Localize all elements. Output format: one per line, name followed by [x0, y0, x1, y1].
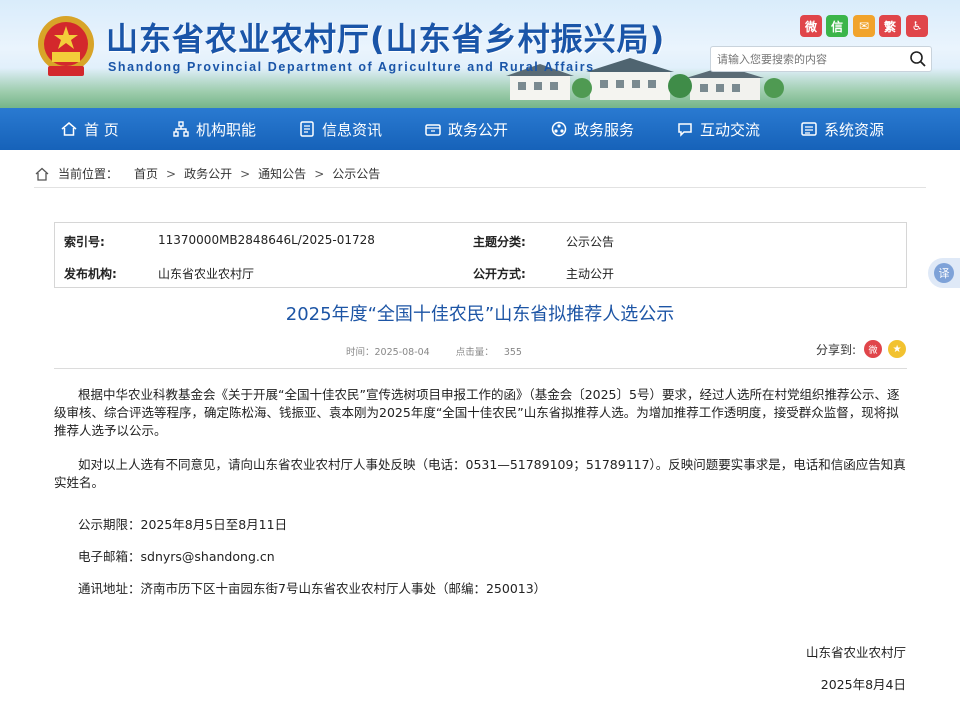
service-icon: [551, 121, 567, 137]
views-label: 点击量：: [455, 347, 494, 358]
breadcrumb-label: 当前位置：: [58, 167, 119, 181]
nav-item-label: 政务公开: [448, 120, 509, 139]
views-value: 355: [503, 347, 522, 358]
nav-item-4[interactable]: 政务服务: [550, 108, 634, 150]
index-number-value: 11370000MB2848646L/2025-01728: [158, 233, 375, 247]
search-icon[interactable]: [909, 50, 927, 68]
index-number-label: 索引号:: [64, 235, 105, 249]
publicity-period: 公示期限：2025年8月5日至8月11日: [78, 517, 288, 532]
nav-item-5[interactable]: 互动交流: [676, 108, 760, 150]
nav-item-3[interactable]: 政务公开: [424, 108, 508, 150]
open-box-icon: [425, 124, 441, 136]
breadcrumb-item-announcements[interactable]: 公示公告: [332, 165, 380, 182]
main-nav: 首 页 机构职能 信息资讯 政务公开 政务服务 互动交流 系统资源: [0, 108, 960, 150]
weibo-icon[interactable]: 微: [800, 15, 822, 37]
topic-label: 主题分类:: [473, 235, 526, 249]
publish-method-value: 主动公开: [566, 267, 615, 281]
site-header: 山东省农业农村厅(山东省乡村振兴局) Shandong Provincial D…: [0, 0, 960, 108]
share-label: 分享到:: [816, 342, 857, 357]
contact-email: 电子邮箱：sdnyrs@shandong.cn: [78, 549, 275, 564]
breadcrumb-separator: >: [240, 166, 251, 181]
share-bar: 分享到: 微 ★: [816, 340, 907, 358]
paragraph-1: 根据中华农业科教基金会《关于开展“全国十佳农民”宣传选树项目申报工作的函》（基金…: [54, 387, 900, 438]
nav-item-0[interactable]: 首 页: [60, 108, 119, 150]
breadcrumb-separator: >: [314, 166, 325, 181]
share-qzone-icon[interactable]: ★: [888, 340, 907, 358]
share-weibo-icon[interactable]: 微: [864, 340, 883, 358]
paragraph-2: 如对以上人选有不同意见，请向山东省农业农村厅人事处反映（电话：0531—5178…: [54, 457, 906, 490]
breadcrumb-item-home[interactable]: 首页: [134, 165, 158, 182]
translate-button[interactable]: 译: [928, 258, 960, 288]
site-title: 山东省农业农村厅(山东省乡村振兴局): [106, 20, 666, 58]
article-title: 2025年度“全国十佳农民”山东省拟推荐人选公示: [285, 304, 675, 325]
breadcrumb: 当前位置： 首页 > 政务公开 > 通知公告 > 公示公告: [34, 160, 926, 188]
wechat-icon[interactable]: 信: [826, 15, 848, 37]
nav-item-1[interactable]: 机构职能: [172, 108, 256, 150]
accessibility-icon[interactable]: ♿: [906, 15, 928, 37]
traditional-chinese-button[interactable]: 繁: [879, 15, 901, 37]
signature-date: 2025年8月4日: [820, 677, 906, 692]
home-icon: [35, 167, 49, 181]
document-icon: [300, 121, 314, 137]
document-info-table: 索引号: 11370000MB2848646L/2025-01728 主题分类:…: [54, 222, 907, 288]
signature-org: 山东省农业农村厅: [805, 645, 906, 660]
translate-icon: 译: [934, 263, 954, 283]
time-value: 2025-08-04: [374, 347, 430, 358]
nav-item-label: 系统资源: [824, 120, 885, 139]
publish-method-label: 公开方式:: [473, 267, 526, 281]
contact-address: 通讯地址：济南市历下区十亩园东街7号山东省农业农村厅人事处（邮编：250013）: [78, 581, 547, 596]
breadcrumb-item-notices[interactable]: 通知公告: [258, 165, 306, 182]
article-body: 根据中华农业科教基金会《关于开展“全国十佳农民”宣传选树项目申报工作的函》（基金…: [54, 386, 907, 492]
home-icon: [61, 122, 77, 136]
system-icon: [801, 122, 817, 136]
chat-icon: [678, 123, 692, 137]
breadcrumb-separator: >: [166, 166, 177, 181]
nav-item-label: 首 页: [84, 120, 119, 139]
site-subtitle: Shandong Provincial Department of Agricu…: [108, 60, 595, 74]
nav-item-label: 政务服务: [574, 120, 635, 139]
breadcrumb-item-affairs[interactable]: 政务公开: [184, 165, 232, 182]
title-divider: [54, 368, 907, 369]
search-input[interactable]: [717, 50, 901, 68]
org-chart-icon: [173, 121, 189, 137]
mail-icon[interactable]: ✉: [853, 15, 875, 37]
nav-item-6[interactable]: 系统资源: [800, 108, 884, 150]
national-emblem-icon: [38, 16, 94, 76]
publisher-label: 发布机构:: [64, 267, 117, 281]
nav-item-label: 互动交流: [700, 120, 761, 139]
publisher-value: 山东省农业农村厅: [158, 267, 255, 281]
nav-item-label: 信息资讯: [322, 120, 383, 139]
nav-item-label: 机构职能: [196, 120, 257, 139]
nav-item-2[interactable]: 信息资讯: [298, 108, 382, 150]
topic-value: 公示公告: [566, 235, 615, 249]
header-fields-decoration: [0, 68, 960, 108]
article-meta: 时间：2025-08-04 点击量： 355: [346, 344, 522, 358]
time-label: 时间：: [346, 347, 375, 358]
search-box: [710, 46, 932, 72]
